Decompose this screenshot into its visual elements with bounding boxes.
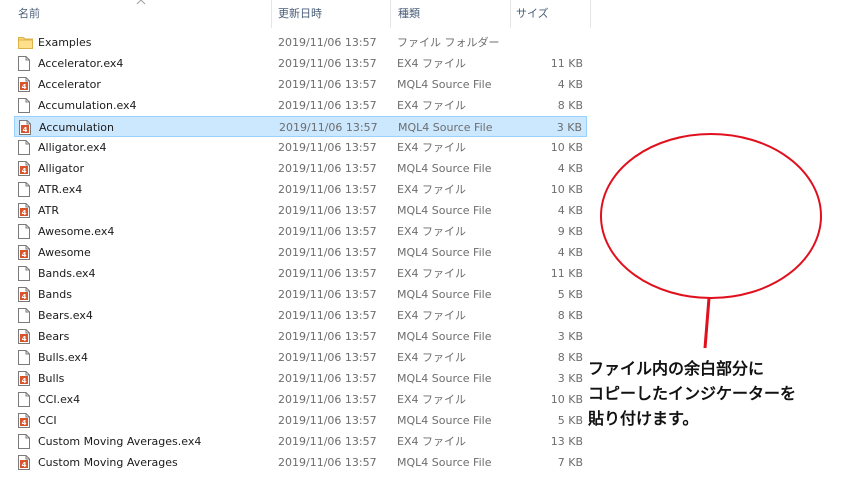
annotation-line: コピーしたインジケーターを (588, 384, 797, 403)
annotation-circle (600, 133, 822, 299)
annotation-pointer-line (703, 297, 711, 349)
annotation-line: 貼り付けます。 (588, 409, 699, 428)
annotation-line: ファイル内の余白部分に (588, 359, 765, 378)
annotation-callout: ファイル内の余白部分に コピーしたインジケーターを 貼り付けます。 (588, 356, 848, 431)
